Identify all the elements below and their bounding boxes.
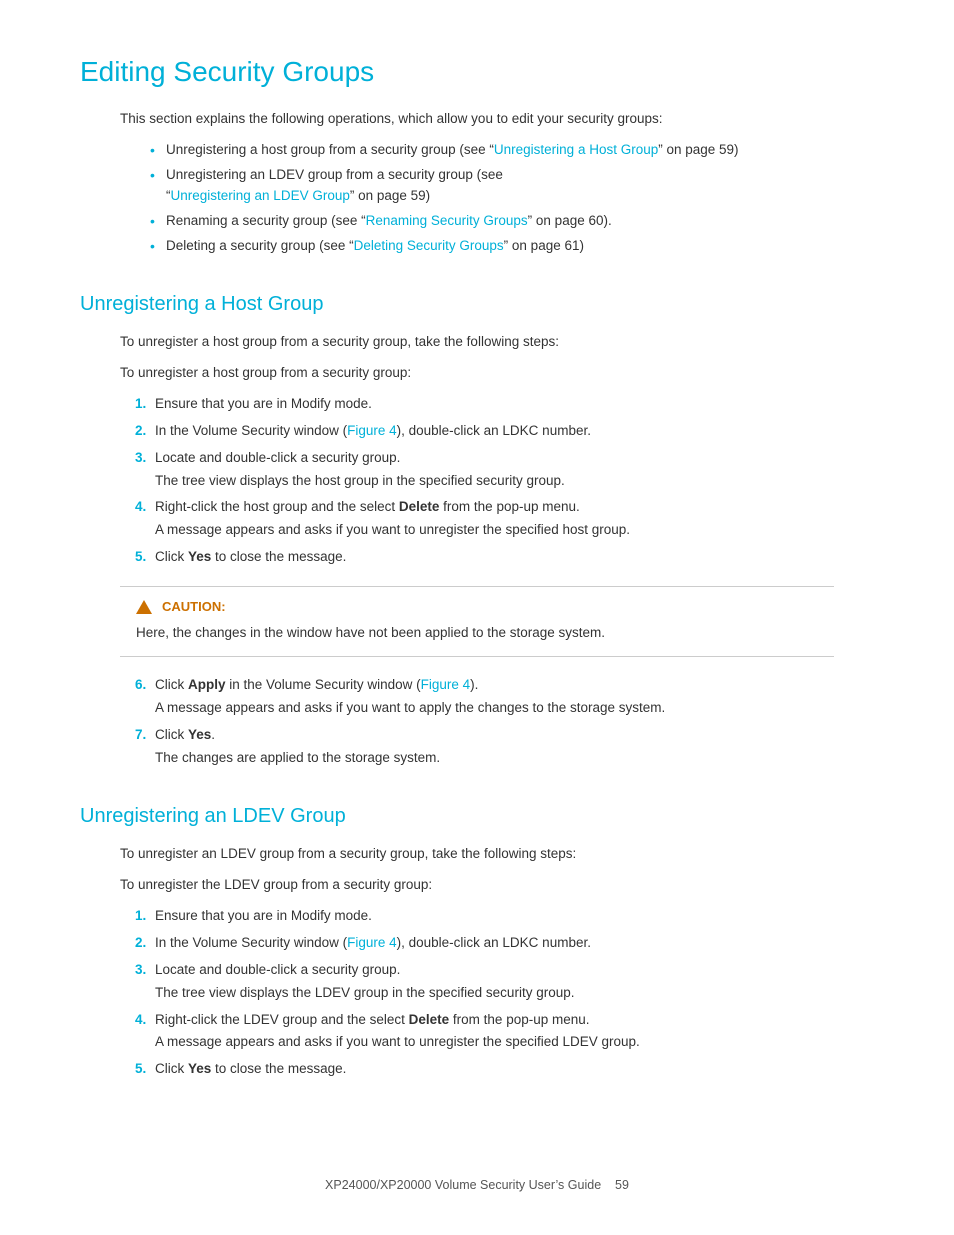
caution-triangle-icon [136, 600, 152, 614]
intro-bullet-list: Unregistering a host group from a securi… [150, 140, 874, 257]
host-group-intro1: To unregister a host group from a securi… [120, 332, 874, 353]
ldev-step-3: Locate and double-click a security group… [135, 960, 874, 1004]
link-unregistering-ldev-group[interactable]: Unregistering an LDEV Group [171, 188, 350, 203]
link-deleting-security-groups[interactable]: Deleting Security Groups [354, 238, 504, 253]
section-title-host-group: Unregistering a Host Group [80, 289, 874, 320]
ldev-step-4: Right-click the LDEV group and the selec… [135, 1010, 874, 1054]
link-figure4-step2[interactable]: Figure 4 [347, 423, 397, 438]
step-1: Ensure that you are in Modify mode. [135, 394, 874, 415]
ldev-step-5: Click Yes to close the message. [135, 1059, 874, 1080]
step-3: Locate and double-click a security group… [135, 448, 874, 492]
caution-text: Here, the changes in the window have not… [136, 625, 605, 640]
caution-label: CAUTION: [162, 597, 226, 617]
ldev-group-steps: Ensure that you are in Modify mode. In t… [135, 906, 874, 1080]
step-4: Right-click the host group and the selec… [135, 497, 874, 541]
step-2: In the Volume Security window (Figure 4)… [135, 421, 874, 442]
link-figure4-ldev-step2[interactable]: Figure 4 [347, 935, 397, 950]
list-item: Renaming a security group (see “Renaming… [150, 211, 874, 232]
section-title-ldev-group: Unregistering an LDEV Group [80, 801, 874, 832]
step-7: Click Yes. The changes are applied to th… [135, 725, 874, 769]
host-group-intro2: To unregister a host group from a securi… [120, 363, 874, 384]
ldev-group-intro1: To unregister an LDEV group from a secur… [120, 844, 874, 865]
list-item: Unregistering a host group from a securi… [150, 140, 874, 161]
intro-paragraph: This section explains the following oper… [120, 109, 874, 130]
ldev-group-intro2: To unregister the LDEV group from a secu… [120, 875, 874, 896]
step-5: Click Yes to close the message. [135, 547, 874, 568]
host-group-steps-continued: Click Apply in the Volume Security windo… [135, 675, 874, 769]
ldev-step-1: Ensure that you are in Modify mode. [135, 906, 874, 927]
page-number: 59 [615, 1178, 629, 1192]
step-6: Click Apply in the Volume Security windo… [135, 675, 874, 719]
link-renaming-security-groups[interactable]: Renaming Security Groups [366, 213, 528, 228]
list-item: Deleting a security group (see “Deleting… [150, 236, 874, 257]
footer-text: XP24000/XP20000 Volume Security User’s G… [325, 1178, 601, 1192]
host-group-steps: Ensure that you are in Modify mode. In t… [135, 394, 874, 568]
page-title: Editing Security Groups [80, 50, 874, 93]
ldev-step-2: In the Volume Security window (Figure 4)… [135, 933, 874, 954]
caution-box: CAUTION: Here, the changes in the window… [120, 586, 834, 657]
list-item: Unregistering an LDEV group from a secur… [150, 165, 874, 207]
page-footer: XP24000/XP20000 Volume Security User’s G… [0, 1176, 954, 1195]
link-unregistering-host-group[interactable]: Unregistering a Host Group [494, 142, 658, 157]
link-figure4-step6[interactable]: Figure 4 [421, 677, 471, 692]
caution-header: CAUTION: [136, 597, 818, 617]
